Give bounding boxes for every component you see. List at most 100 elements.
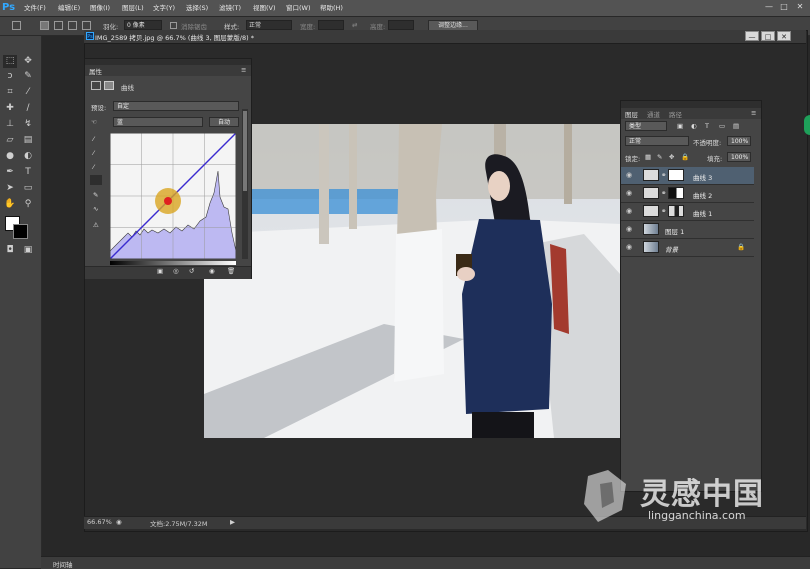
menu-file[interactable]: 文件(F) xyxy=(24,2,46,14)
width-input[interactable] xyxy=(318,20,344,30)
healing-brush-icon[interactable]: ✚ xyxy=(3,102,17,115)
history-brush-icon[interactable]: ↯ xyxy=(21,118,35,131)
filter-type-icon[interactable]: T xyxy=(705,122,709,130)
quick-select-icon[interactable]: ✎ xyxy=(21,70,35,83)
filter-pixel-icon[interactable]: ▣ xyxy=(677,122,683,130)
lasso-icon[interactable]: ↄ xyxy=(3,70,17,83)
target-adjust-icon[interactable]: ☜ xyxy=(91,118,97,126)
canvas-photo[interactable] xyxy=(204,124,620,438)
subtract-selection-icon[interactable] xyxy=(68,21,77,30)
path-select-icon[interactable]: ➤ xyxy=(3,182,17,195)
menu-type[interactable]: 文字(Y) xyxy=(153,2,175,14)
menu-edit[interactable]: 编辑(E) xyxy=(58,2,80,14)
layers-menu-icon[interactable]: ≡ xyxy=(751,109,756,117)
crop-icon[interactable]: ⌗ xyxy=(3,86,17,99)
menu-view[interactable]: 视图(V) xyxy=(253,2,276,14)
doc-minimize-icon[interactable]: — xyxy=(745,31,759,41)
clone-stamp-icon[interactable]: ⊥ xyxy=(3,118,17,131)
minimize-icon[interactable]: — xyxy=(762,1,776,13)
layer-row-curves-1[interactable]: ◉ ⚭ 曲线 1 xyxy=(621,203,754,221)
visibility-eye-icon[interactable]: ◉ xyxy=(625,171,633,179)
blend-mode-select[interactable]: 正常 xyxy=(625,136,689,146)
gray-point-eyedropper-icon[interactable]: ⁄ xyxy=(93,149,94,157)
layer-row-curves-3[interactable]: ◉ ⚭ 曲线 3 xyxy=(621,167,754,185)
layer-name[interactable]: 图层 1 xyxy=(665,226,684,236)
intersect-selection-icon[interactable] xyxy=(82,21,91,30)
menu-filter[interactable]: 滤镜(T) xyxy=(219,2,241,14)
zoom-icon[interactable]: ⚲ xyxy=(21,198,35,211)
filter-shape-icon[interactable]: ▭ xyxy=(719,122,725,130)
smooth-curve-icon[interactable]: ∿ xyxy=(93,205,98,213)
layer-mask-icon[interactable] xyxy=(104,81,114,90)
rectangular-marquee-icon[interactable]: ⬚ xyxy=(3,55,17,68)
background-color-swatch[interactable] xyxy=(13,224,28,239)
layer-name[interactable]: 背景 xyxy=(665,244,678,254)
layer-name[interactable]: 曲线 2 xyxy=(693,190,712,200)
zoom-level[interactable]: 66.67% xyxy=(87,518,112,526)
antialias-checkbox[interactable] xyxy=(170,22,177,29)
close-icon[interactable]: ✕ xyxy=(793,1,807,13)
move-icon[interactable]: ✥ xyxy=(21,55,35,68)
channel-select[interactable]: 蓝 xyxy=(113,117,203,127)
swap-icon[interactable]: ⇄ xyxy=(352,21,357,29)
visibility-eye-icon[interactable]: ◉ xyxy=(625,189,633,197)
chain-link-icon[interactable]: ⚭ xyxy=(661,189,666,197)
layer-filter-select[interactable]: 类型 xyxy=(625,121,667,131)
blur-icon[interactable]: ● xyxy=(3,150,17,163)
black-point-eyedropper-icon[interactable]: ⁄ xyxy=(93,135,94,143)
status-menu-arrow-icon[interactable]: ▶ xyxy=(230,518,235,526)
chain-link-icon[interactable]: ⚭ xyxy=(661,171,666,179)
eyedropper-icon[interactable]: ⁄ xyxy=(21,86,35,99)
layer-name[interactable]: 曲线 3 xyxy=(693,172,712,182)
layer-row-curves-2[interactable]: ◉ ⚭ 曲线 2 xyxy=(621,185,754,203)
side-indicator[interactable] xyxy=(804,115,810,135)
tab-channels[interactable]: 通道 xyxy=(647,109,660,119)
layer-row-background[interactable]: ◉ 背景 🔒 xyxy=(621,239,754,257)
screen-mode-icon[interactable]: ▣ xyxy=(21,244,35,257)
status-info-icon[interactable]: ◉ xyxy=(116,518,122,526)
layer-mask-thumb[interactable] xyxy=(668,169,684,181)
layer-mask-thumb[interactable] xyxy=(668,205,684,217)
delete-adjustment-icon[interactable]: 🗑 xyxy=(227,267,235,275)
lock-all-icon[interactable]: 🔒 xyxy=(681,153,689,161)
layer-name[interactable]: 曲线 1 xyxy=(693,208,712,218)
tab-layers[interactable]: 图层 xyxy=(625,109,638,119)
opacity-input[interactable]: 100% xyxy=(727,136,751,146)
tab-paths[interactable]: 路径 xyxy=(669,109,682,119)
style-select[interactable]: 正常 xyxy=(246,20,292,30)
white-point-eyedropper-icon[interactable]: ⁄ xyxy=(93,163,94,171)
marquee-preset-icon[interactable] xyxy=(12,21,21,30)
chain-link-icon[interactable]: ⚭ xyxy=(661,207,666,215)
visibility-eye-icon[interactable]: ◉ xyxy=(625,207,633,215)
menu-help[interactable]: 帮助(H) xyxy=(320,2,343,14)
menu-window[interactable]: 窗口(W) xyxy=(286,2,311,14)
new-selection-icon[interactable] xyxy=(40,21,49,30)
properties-tab[interactable]: 属性 xyxy=(89,66,102,76)
fill-input[interactable]: 100% xyxy=(727,152,751,162)
visibility-eye-icon[interactable]: ◉ xyxy=(625,243,633,251)
reset-icon[interactable]: ↺ xyxy=(189,267,194,275)
quick-mask-icon[interactable]: ◘ xyxy=(3,244,17,257)
curve-edit-points-icon[interactable] xyxy=(90,175,102,185)
feather-input[interactable]: 0 像素 xyxy=(124,20,162,30)
height-input[interactable] xyxy=(388,20,414,30)
lock-position-icon[interactable]: ✥ xyxy=(669,153,674,161)
properties-scroll-thumb[interactable] xyxy=(243,111,247,191)
brush-icon[interactable]: ∕ xyxy=(21,102,35,115)
clipping-warning-icon[interactable]: ⚠ xyxy=(93,221,99,229)
rectangle-shape-icon[interactable]: ▭ xyxy=(21,182,35,195)
eraser-icon[interactable]: ▱ xyxy=(3,134,17,147)
visibility-toggle-icon[interactable]: ◉ xyxy=(209,267,215,275)
visibility-eye-icon[interactable]: ◉ xyxy=(625,225,633,233)
view-previous-icon[interactable]: ◎ xyxy=(173,267,179,275)
doc-close-icon[interactable]: ✕ xyxy=(777,31,791,41)
dodge-icon[interactable]: ◐ xyxy=(21,150,35,163)
menu-select[interactable]: 选择(S) xyxy=(186,2,208,14)
gradient-icon[interactable]: ▤ xyxy=(21,134,35,147)
panel-menu-icon[interactable]: ≡ xyxy=(241,66,246,74)
pen-icon[interactable]: ✒ xyxy=(3,166,17,179)
curve-draw-icon[interactable]: ✎ xyxy=(93,191,98,199)
curves-graph[interactable] xyxy=(110,133,236,259)
layer-mask-thumb[interactable] xyxy=(668,187,684,199)
filter-adjustment-icon[interactable]: ◐ xyxy=(691,122,697,130)
